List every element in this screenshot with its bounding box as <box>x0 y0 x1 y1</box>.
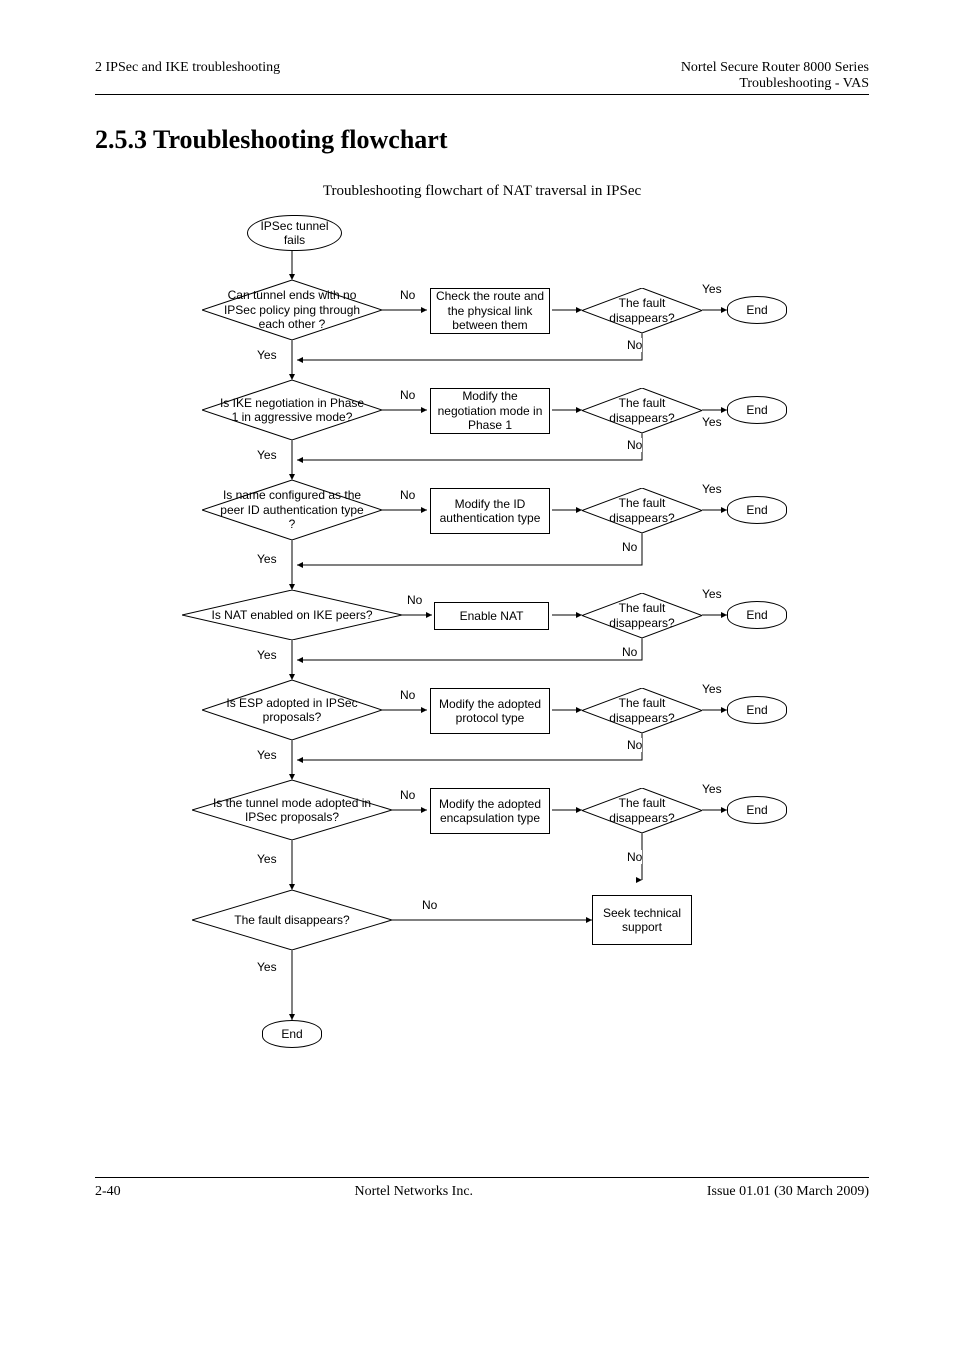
label-no: No <box>400 388 415 402</box>
process-modify-protocol: Modify the adopted protocol type <box>430 688 550 734</box>
end-2: End <box>727 396 787 424</box>
end-1: End <box>727 296 787 324</box>
label-yes: Yes <box>702 415 722 429</box>
label-no: No <box>622 540 637 554</box>
label-yes: Yes <box>702 482 722 496</box>
page-header: 2 IPSec and IKE troubleshooting Nortel S… <box>95 60 869 95</box>
header-product: Nortel Secure Router 8000 Series <box>681 60 869 76</box>
label-no: No <box>400 488 415 502</box>
footer-company: Nortel Networks Inc. <box>354 1184 473 1200</box>
label-yes: Yes <box>702 782 722 796</box>
label-no: No <box>400 288 415 302</box>
page-footer: 2-40 Nortel Networks Inc. Issue 01.01 (3… <box>95 1177 869 1200</box>
decision-tunnel-mode: Is the tunnel mode adopted in IPSec prop… <box>192 780 392 840</box>
process-modify-encap: Modify the adopted encapsulation type <box>430 788 550 834</box>
label-yes: Yes <box>702 587 722 601</box>
label-no: No <box>622 645 637 659</box>
footer-issue: Issue 01.01 (30 March 2009) <box>707 1184 869 1200</box>
label-yes: Yes <box>257 748 277 762</box>
process-modify-mode: Modify the negotiation mode in Phase 1 <box>430 388 550 434</box>
decision-fault-1: The fault disappears? <box>582 288 702 333</box>
decision-fault-3: The fault disappears? <box>582 488 702 533</box>
end-5: End <box>727 696 787 724</box>
end-final: End <box>262 1020 322 1048</box>
label-no: No <box>627 850 642 864</box>
header-right: Nortel Secure Router 8000 Series Trouble… <box>681 60 869 92</box>
decision-name-id: Is name configured as the peer ID authen… <box>202 480 382 540</box>
label-no: No <box>400 688 415 702</box>
section-heading: 2.5.3 Troubleshooting flowchart <box>95 125 869 155</box>
decision-esp: Is ESP adopted in IPSec proposals? <box>202 680 382 740</box>
end-4: End <box>727 601 787 629</box>
label-no: No <box>627 438 642 452</box>
label-yes: Yes <box>702 282 722 296</box>
process-seek-support: Seek technical support <box>592 895 692 945</box>
label-yes: Yes <box>702 682 722 696</box>
process-check-route: Check the route and the physical link be… <box>430 288 550 334</box>
process-modify-id: Modify the ID authentication type <box>430 488 550 534</box>
decision-fault-6: The fault disappears? <box>582 788 702 833</box>
label-no: No <box>400 788 415 802</box>
label-yes: Yes <box>257 348 277 362</box>
flowchart: IPSec tunnel fails Can tunnel ends with … <box>172 210 792 1110</box>
header-doc: Troubleshooting - VAS <box>681 76 869 92</box>
decision-nat-enabled: Is NAT enabled on IKE peers? <box>182 590 402 640</box>
header-left: 2 IPSec and IKE troubleshooting <box>95 60 280 92</box>
label-no: No <box>627 338 642 352</box>
start-node: IPSec tunnel fails <box>247 215 342 251</box>
decision-ping: Can tunnel ends with no IPSec policy pin… <box>202 280 382 340</box>
label-yes: Yes <box>257 448 277 462</box>
label-yes: Yes <box>257 648 277 662</box>
decision-ike-phase1: Is IKE negotiation in Phase 1 in aggress… <box>202 380 382 440</box>
footer-page-number: 2-40 <box>95 1184 121 1200</box>
label-no: No <box>407 593 422 607</box>
decision-fault-5: The fault disappears? <box>582 688 702 733</box>
process-enable-nat: Enable NAT <box>434 602 549 630</box>
label-no: No <box>627 738 642 752</box>
end-3: End <box>727 496 787 524</box>
label-no: No <box>422 898 437 912</box>
end-6: End <box>727 796 787 824</box>
decision-fault-2: The fault disappears? <box>582 388 702 433</box>
label-yes: Yes <box>257 552 277 566</box>
figure-caption: Troubleshooting flowchart of NAT travers… <box>95 183 869 200</box>
decision-fault-4: The fault disappears? <box>582 593 702 638</box>
label-yes: Yes <box>257 960 277 974</box>
label-yes: Yes <box>257 852 277 866</box>
decision-fault-final: The fault disappears? <box>192 890 392 950</box>
